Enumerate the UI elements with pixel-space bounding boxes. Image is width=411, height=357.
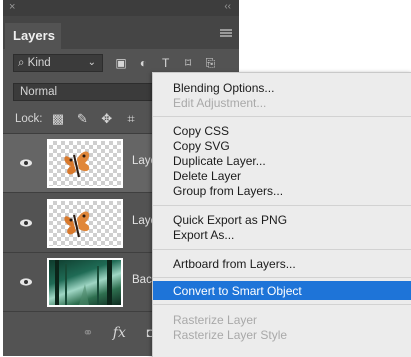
menu-item-duplicate-layer[interactable]: Duplicate Layer... xyxy=(173,154,266,168)
visibility-eye-icon[interactable] xyxy=(19,216,33,230)
collapse-panel-button[interactable]: ‹‹ xyxy=(224,1,231,12)
layer-context-menu: Blending Options... Edit Adjustment... C… xyxy=(152,72,411,357)
tab-layers[interactable]: Layers xyxy=(5,23,61,49)
search-icon: ⌕ xyxy=(18,57,25,69)
layer-thumbnail-butterfly xyxy=(47,139,123,188)
menu-separator xyxy=(153,304,411,305)
lock-transparency-icon[interactable]: ▩ xyxy=(50,111,66,127)
panel-menu-icon[interactable] xyxy=(220,29,232,37)
menu-item-artboard-from-layers[interactable]: Artboard from Layers... xyxy=(173,257,296,271)
fx-icon[interactable]: fx xyxy=(110,325,128,341)
chevron-down-icon: ⌄ xyxy=(87,57,96,68)
panel-title-strip: × ‹‹ xyxy=(3,0,239,16)
menu-separator xyxy=(153,205,411,206)
menu-separator xyxy=(153,116,411,117)
link-icon[interactable]: ⚭ xyxy=(79,325,97,341)
blend-mode-dropdown[interactable]: Normal ⌄ xyxy=(13,83,173,101)
menu-item-rasterize-layer-style: Rasterize Layer Style xyxy=(173,328,288,342)
menu-item-edit-adjustment: Edit Adjustment... xyxy=(173,96,267,110)
menu-separator xyxy=(153,277,411,278)
close-panel-button[interactable]: × xyxy=(9,1,15,13)
menu-separator xyxy=(153,249,411,250)
panel-tab-bar: Layers xyxy=(3,16,239,49)
menu-item-rasterize-layer: Rasterize Layer xyxy=(173,313,258,327)
blend-mode-value: Normal xyxy=(20,86,58,98)
layer-thumbnail-butterfly xyxy=(47,199,123,248)
layer-thumbnail-forest xyxy=(47,258,123,307)
lock-pixels-icon[interactable]: ✎ xyxy=(74,111,90,127)
menu-item-copy-css[interactable]: Copy CSS xyxy=(173,124,229,138)
lock-artboard-icon[interactable]: ⌗ xyxy=(123,111,139,127)
filter-type-icon[interactable]: T xyxy=(158,55,174,71)
filter-adjustment-icon[interactable]: ◐ xyxy=(135,55,151,71)
menu-item-export-as[interactable]: Export As... xyxy=(173,228,234,242)
menu-item-group-from-layers[interactable]: Group from Layers... xyxy=(173,184,283,198)
menu-item-blending-options[interactable]: Blending Options... xyxy=(173,81,274,95)
menu-item-copy-svg[interactable]: Copy SVG xyxy=(173,139,230,153)
filter-pixel-icon[interactable]: ▣ xyxy=(113,55,129,71)
menu-item-delete-layer[interactable]: Delete Layer xyxy=(173,169,241,183)
filter-kind-dropdown[interactable]: ⌕ Kind ⌄ xyxy=(13,54,103,72)
menu-item-quick-export-png[interactable]: Quick Export as PNG xyxy=(173,213,287,227)
filter-shape-icon[interactable]: ⌑ xyxy=(180,55,196,71)
lock-label: Lock: xyxy=(15,113,43,125)
menu-item-convert-to-smart-object[interactable]: Convert to Smart Object xyxy=(173,284,302,298)
visibility-eye-icon[interactable] xyxy=(19,156,33,170)
visibility-eye-icon[interactable] xyxy=(19,275,33,289)
lock-position-icon[interactable]: ✥ xyxy=(99,111,115,127)
filter-kind-value: Kind xyxy=(27,57,51,69)
filter-smart-object-icon[interactable]: ⎘ xyxy=(202,55,218,71)
